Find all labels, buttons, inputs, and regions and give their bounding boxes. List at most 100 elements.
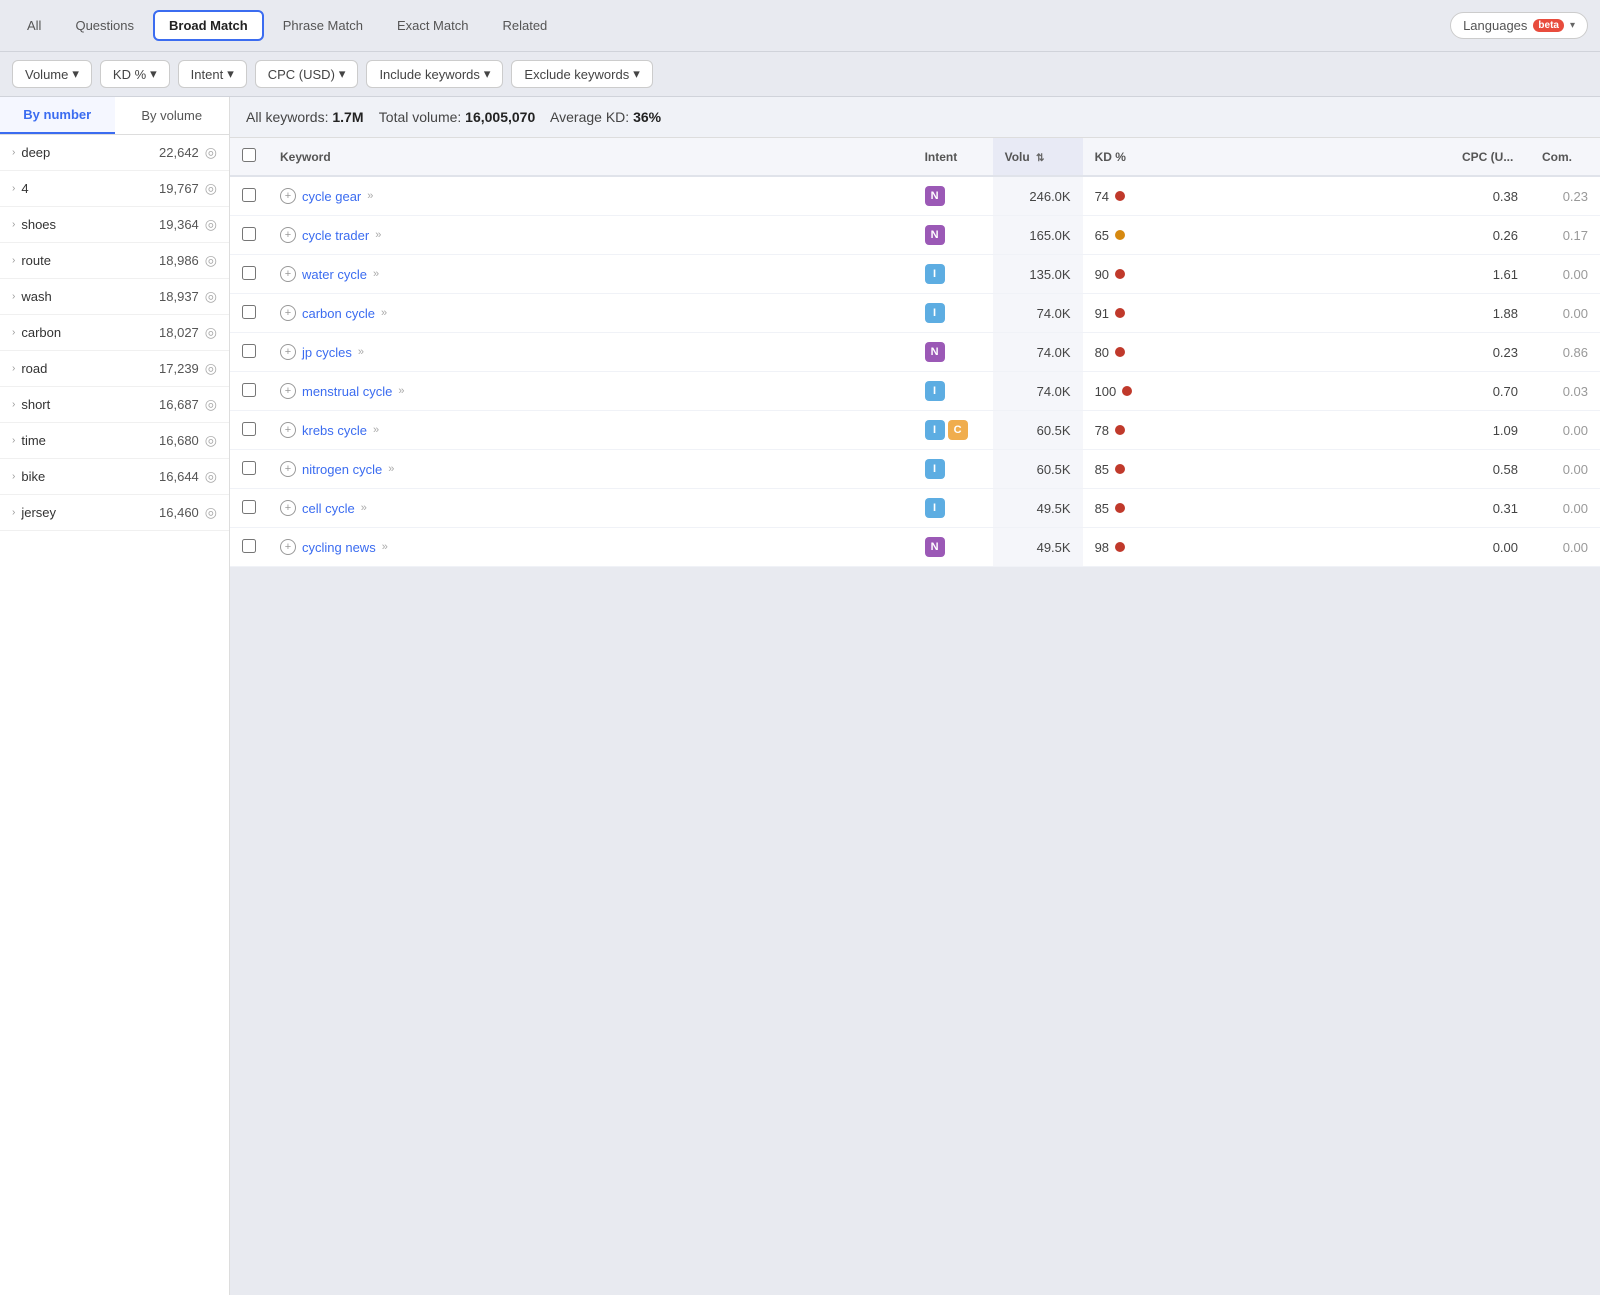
row-checkbox[interactable] bbox=[242, 188, 256, 202]
keyword-link[interactable]: + carbon cycle » bbox=[280, 305, 901, 321]
keyword-link[interactable]: + cycling news » bbox=[280, 539, 901, 555]
tab-exact-match[interactable]: Exact Match bbox=[382, 11, 484, 40]
sidebar-item[interactable]: › shoes 19,364 ◎ bbox=[0, 207, 229, 243]
eye-icon[interactable]: ◎ bbox=[205, 360, 217, 377]
eye-icon[interactable]: ◎ bbox=[205, 432, 217, 449]
intent-badge: I bbox=[925, 498, 945, 518]
sidebar-item-name: deep bbox=[21, 145, 50, 160]
keyword-link[interactable]: + nitrogen cycle » bbox=[280, 461, 901, 477]
row-checkbox[interactable] bbox=[242, 383, 256, 397]
keyword-link[interactable]: + water cycle » bbox=[280, 266, 901, 282]
sidebar-item-chevron-icon: › bbox=[12, 147, 15, 158]
all-keywords-label: All keywords: bbox=[246, 109, 328, 125]
intent-badge: N bbox=[925, 537, 945, 557]
keyword-cell: + menstrual cycle » bbox=[268, 372, 913, 411]
intent-pair: I bbox=[925, 303, 981, 323]
comp-cell: 0.23 bbox=[1530, 176, 1600, 216]
kd-cell: 100 bbox=[1083, 372, 1450, 411]
keyword-cell: + carbon cycle » bbox=[268, 294, 913, 333]
sidebar-item[interactable]: › short 16,687 ◎ bbox=[0, 387, 229, 423]
keyword-link[interactable]: + cell cycle » bbox=[280, 500, 901, 516]
eye-icon[interactable]: ◎ bbox=[205, 324, 217, 341]
sidebar-item[interactable]: › deep 22,642 ◎ bbox=[0, 135, 229, 171]
intent-pair: IC bbox=[925, 420, 981, 440]
eye-icon[interactable]: ◎ bbox=[205, 180, 217, 197]
sidebar-tab-by-number[interactable]: By number bbox=[0, 97, 115, 134]
kd-dot-icon bbox=[1115, 425, 1125, 435]
table-wrapper: Keyword Intent Volu ⇅ KD % CPC (U... Com… bbox=[230, 138, 1600, 1295]
plus-circle-icon: + bbox=[280, 539, 296, 555]
filter-volume-label: Volume bbox=[25, 67, 68, 82]
row-checkbox[interactable] bbox=[242, 539, 256, 553]
sidebar-tab-by-volume[interactable]: By volume bbox=[115, 97, 230, 134]
languages-button[interactable]: Languages beta ▾ bbox=[1450, 12, 1588, 39]
tab-all[interactable]: All bbox=[12, 11, 56, 40]
kd-cell: 85 bbox=[1083, 450, 1450, 489]
eye-icon[interactable]: ◎ bbox=[205, 144, 217, 161]
sidebar-item-left: › carbon bbox=[12, 325, 61, 340]
kd-cell: 91 bbox=[1083, 294, 1450, 333]
tab-related[interactable]: Related bbox=[487, 11, 562, 40]
keyword-text: menstrual cycle bbox=[302, 384, 392, 399]
tab-broad-match[interactable]: Broad Match bbox=[153, 10, 264, 41]
keyword-link[interactable]: + jp cycles » bbox=[280, 344, 901, 360]
eye-icon[interactable]: ◎ bbox=[205, 252, 217, 269]
kd-cell: 74 bbox=[1083, 176, 1450, 216]
sidebar-item[interactable]: › carbon 18,027 ◎ bbox=[0, 315, 229, 351]
sidebar-item[interactable]: › jersey 16,460 ◎ bbox=[0, 495, 229, 531]
eye-icon[interactable]: ◎ bbox=[205, 216, 217, 233]
sidebar-item-right: 18,986 ◎ bbox=[159, 252, 217, 269]
kd-dot-icon bbox=[1115, 503, 1125, 513]
filter-cpc[interactable]: CPC (USD) ▾ bbox=[255, 60, 359, 88]
keyword-cell: + jp cycles » bbox=[268, 333, 913, 372]
col-header-volume[interactable]: Volu ⇅ bbox=[993, 138, 1083, 176]
comp-cell: 0.00 bbox=[1530, 489, 1600, 528]
intent-cell: IC bbox=[913, 411, 993, 450]
keyword-link[interactable]: + krebs cycle » bbox=[280, 422, 901, 438]
select-all-checkbox[interactable] bbox=[242, 148, 256, 162]
sidebar-item[interactable]: › route 18,986 ◎ bbox=[0, 243, 229, 279]
tab-questions[interactable]: Questions bbox=[60, 11, 149, 40]
keyword-link[interactable]: + cycle trader » bbox=[280, 227, 901, 243]
eye-icon[interactable]: ◎ bbox=[205, 288, 217, 305]
kd-cell: 85 bbox=[1083, 489, 1450, 528]
keyword-link[interactable]: + cycle gear » bbox=[280, 188, 901, 204]
cpc-cell: 0.70 bbox=[1450, 372, 1530, 411]
sidebar-item-count: 22,642 bbox=[159, 145, 199, 160]
eye-icon[interactable]: ◎ bbox=[205, 396, 217, 413]
row-checkbox[interactable] bbox=[242, 344, 256, 358]
filter-kd[interactable]: KD % ▾ bbox=[100, 60, 170, 88]
sidebar-item[interactable]: › wash 18,937 ◎ bbox=[0, 279, 229, 315]
row-checkbox[interactable] bbox=[242, 422, 256, 436]
kd-cell: 80 bbox=[1083, 333, 1450, 372]
row-checkbox[interactable] bbox=[242, 500, 256, 514]
intent-pair: N bbox=[925, 225, 981, 245]
keyword-cell: + cycle gear » bbox=[268, 176, 913, 216]
intent-badge: I bbox=[925, 264, 945, 284]
table-row: + menstrual cycle » I 74.0K 100 0.70 0.0… bbox=[230, 372, 1600, 411]
sidebar-item-name: time bbox=[21, 433, 46, 448]
row-checkbox[interactable] bbox=[242, 266, 256, 280]
filter-volume[interactable]: Volume ▾ bbox=[12, 60, 92, 88]
sidebar-item[interactable]: › road 17,239 ◎ bbox=[0, 351, 229, 387]
volume-cell: 74.0K bbox=[993, 372, 1083, 411]
tab-phrase-match[interactable]: Phrase Match bbox=[268, 11, 378, 40]
sidebar-item[interactable]: › bike 16,644 ◎ bbox=[0, 459, 229, 495]
sidebar-item[interactable]: › 4 19,767 ◎ bbox=[0, 171, 229, 207]
eye-icon[interactable]: ◎ bbox=[205, 504, 217, 521]
sidebar-item-count: 16,644 bbox=[159, 469, 199, 484]
sidebar-list: › deep 22,642 ◎ › 4 19,767 ◎ › shoes 19, bbox=[0, 135, 229, 1295]
eye-icon[interactable]: ◎ bbox=[205, 468, 217, 485]
sidebar-item-count: 18,027 bbox=[159, 325, 199, 340]
sidebar-item-count: 16,687 bbox=[159, 397, 199, 412]
row-checkbox[interactable] bbox=[242, 227, 256, 241]
filter-intent[interactable]: Intent ▾ bbox=[178, 60, 247, 88]
row-checkbox[interactable] bbox=[242, 305, 256, 319]
keyword-link[interactable]: + menstrual cycle » bbox=[280, 383, 901, 399]
filter-exclude-keywords[interactable]: Exclude keywords ▾ bbox=[511, 60, 652, 88]
row-checkbox[interactable] bbox=[242, 461, 256, 475]
intent-pair: N bbox=[925, 537, 981, 557]
sidebar-item[interactable]: › time 16,680 ◎ bbox=[0, 423, 229, 459]
filter-include-keywords[interactable]: Include keywords ▾ bbox=[366, 60, 503, 88]
row-checkbox-cell bbox=[230, 489, 268, 528]
